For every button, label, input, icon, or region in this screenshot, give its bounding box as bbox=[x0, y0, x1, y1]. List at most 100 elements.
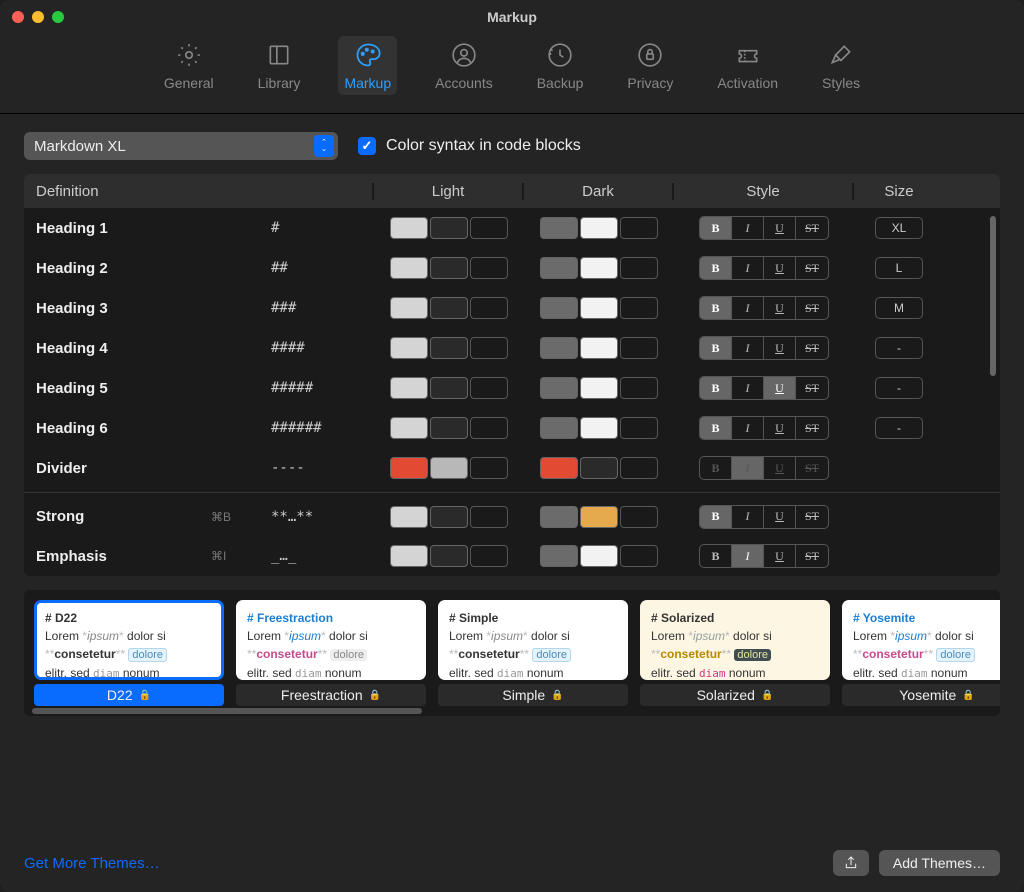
horizontal-scrollbar[interactable] bbox=[32, 708, 992, 714]
col-dark[interactable]: Dark bbox=[524, 183, 674, 200]
color-swatch[interactable] bbox=[470, 377, 508, 399]
table-row[interactable]: Heading 2##BIUSTL bbox=[24, 248, 1000, 288]
color-swatch[interactable] bbox=[390, 217, 428, 239]
size-button[interactable]: XL bbox=[875, 217, 923, 239]
col-definition[interactable]: Definition bbox=[24, 183, 374, 200]
color-swatch[interactable] bbox=[470, 217, 508, 239]
tab-library[interactable]: Library bbox=[252, 36, 307, 95]
size-button[interactable]: L bbox=[875, 257, 923, 279]
color-swatch[interactable] bbox=[620, 457, 658, 479]
col-style[interactable]: Style bbox=[674, 183, 854, 200]
color-swatch[interactable] bbox=[470, 545, 508, 567]
tab-accounts[interactable]: Accounts bbox=[429, 36, 499, 95]
style-segmented[interactable]: BIUST bbox=[699, 296, 829, 320]
color-syntax-checkbox[interactable]: ✓ Color syntax in code blocks bbox=[358, 137, 581, 155]
theme-card[interactable]: # FreestractionLorem *ipsum* dolor si**c… bbox=[236, 600, 426, 706]
color-swatch[interactable] bbox=[390, 457, 428, 479]
color-swatch[interactable] bbox=[390, 257, 428, 279]
theme-card[interactable]: # YosemiteLorem *ipsum* dolor si**conset… bbox=[842, 600, 1000, 706]
size-button[interactable]: - bbox=[875, 337, 923, 359]
color-swatch[interactable] bbox=[620, 417, 658, 439]
color-swatch[interactable] bbox=[430, 297, 468, 319]
color-swatch[interactable] bbox=[470, 257, 508, 279]
table-row[interactable]: Heading 4####BIUST- bbox=[24, 328, 1000, 368]
color-swatch[interactable] bbox=[580, 217, 618, 239]
color-swatch[interactable] bbox=[540, 257, 578, 279]
color-swatch[interactable] bbox=[580, 257, 618, 279]
theme-card[interactable]: # D22Lorem *ipsum* dolor si**consetetur*… bbox=[34, 600, 224, 706]
color-swatch[interactable] bbox=[580, 377, 618, 399]
color-swatch[interactable] bbox=[430, 257, 468, 279]
color-swatch[interactable] bbox=[580, 417, 618, 439]
tab-activation[interactable]: Activation bbox=[711, 36, 784, 95]
share-button[interactable] bbox=[833, 850, 869, 876]
color-swatch[interactable] bbox=[390, 545, 428, 567]
tab-general[interactable]: General bbox=[158, 36, 220, 95]
color-swatch[interactable] bbox=[580, 297, 618, 319]
table-row[interactable]: Heading 1#BIUSTXL bbox=[24, 208, 1000, 248]
style-segmented[interactable]: BIUST bbox=[699, 544, 829, 568]
color-swatch[interactable] bbox=[540, 506, 578, 528]
table-row[interactable]: Heading 3###BIUSTM bbox=[24, 288, 1000, 328]
color-swatch[interactable] bbox=[390, 337, 428, 359]
theme-card[interactable]: # SimpleLorem *ipsum* dolor si**consetet… bbox=[438, 600, 628, 706]
tab-privacy[interactable]: Privacy bbox=[621, 36, 679, 95]
theme-card[interactable]: # SolarizedLorem *ipsum* dolor si**conse… bbox=[640, 600, 830, 706]
color-swatch[interactable] bbox=[430, 457, 468, 479]
color-swatch[interactable] bbox=[540, 417, 578, 439]
color-swatch[interactable] bbox=[470, 457, 508, 479]
table-row[interactable]: Divider----BIUST bbox=[24, 448, 1000, 488]
style-segmented[interactable]: BIUST bbox=[699, 336, 829, 360]
col-size[interactable]: Size bbox=[854, 183, 944, 200]
color-swatch[interactable] bbox=[540, 217, 578, 239]
size-button[interactable]: M bbox=[875, 297, 923, 319]
color-swatch[interactable] bbox=[540, 377, 578, 399]
tab-markup[interactable]: Markup bbox=[338, 36, 397, 95]
color-swatch[interactable] bbox=[390, 417, 428, 439]
color-swatch[interactable] bbox=[620, 506, 658, 528]
color-swatch[interactable] bbox=[430, 217, 468, 239]
style-segmented[interactable]: BIUST bbox=[699, 505, 829, 529]
color-swatch[interactable] bbox=[540, 457, 578, 479]
get-more-themes-link[interactable]: Get More Themes… bbox=[24, 855, 160, 872]
col-light[interactable]: Light bbox=[374, 183, 524, 200]
add-themes-button[interactable]: Add Themes… bbox=[879, 850, 1000, 876]
style-segmented[interactable]: BIUST bbox=[699, 456, 829, 480]
color-swatch[interactable] bbox=[540, 337, 578, 359]
color-swatch[interactable] bbox=[580, 506, 618, 528]
color-swatch[interactable] bbox=[620, 297, 658, 319]
tab-styles[interactable]: Styles bbox=[816, 36, 866, 95]
color-swatch[interactable] bbox=[390, 377, 428, 399]
style-segmented[interactable]: BIUST bbox=[699, 416, 829, 440]
color-swatch[interactable] bbox=[430, 377, 468, 399]
color-swatch[interactable] bbox=[620, 337, 658, 359]
color-swatch[interactable] bbox=[580, 457, 618, 479]
color-swatch[interactable] bbox=[470, 506, 508, 528]
color-swatch[interactable] bbox=[470, 337, 508, 359]
tab-backup[interactable]: Backup bbox=[531, 36, 590, 95]
vertical-scrollbar[interactable] bbox=[990, 216, 996, 568]
table-row[interactable]: Heading 6######BIUST- bbox=[24, 408, 1000, 448]
color-swatch[interactable] bbox=[580, 545, 618, 567]
color-swatch[interactable] bbox=[470, 297, 508, 319]
style-segmented[interactable]: BIUST bbox=[699, 376, 829, 400]
style-segmented[interactable]: BIUST bbox=[699, 216, 829, 240]
table-row[interactable]: Emphasis⌘I_…_BIUST bbox=[24, 536, 1000, 576]
color-swatch[interactable] bbox=[390, 297, 428, 319]
color-swatch[interactable] bbox=[430, 545, 468, 567]
size-button[interactable]: - bbox=[875, 377, 923, 399]
color-swatch[interactable] bbox=[620, 257, 658, 279]
color-swatch[interactable] bbox=[580, 337, 618, 359]
color-swatch[interactable] bbox=[430, 417, 468, 439]
color-swatch[interactable] bbox=[430, 506, 468, 528]
color-swatch[interactable] bbox=[470, 417, 508, 439]
size-button[interactable]: - bbox=[875, 417, 923, 439]
color-swatch[interactable] bbox=[620, 377, 658, 399]
syntax-select[interactable]: Markdown XL ⌃⌄ bbox=[24, 132, 338, 160]
color-swatch[interactable] bbox=[540, 297, 578, 319]
style-segmented[interactable]: BIUST bbox=[699, 256, 829, 280]
color-swatch[interactable] bbox=[620, 545, 658, 567]
color-swatch[interactable] bbox=[620, 217, 658, 239]
color-swatch[interactable] bbox=[540, 545, 578, 567]
color-swatch[interactable] bbox=[390, 506, 428, 528]
